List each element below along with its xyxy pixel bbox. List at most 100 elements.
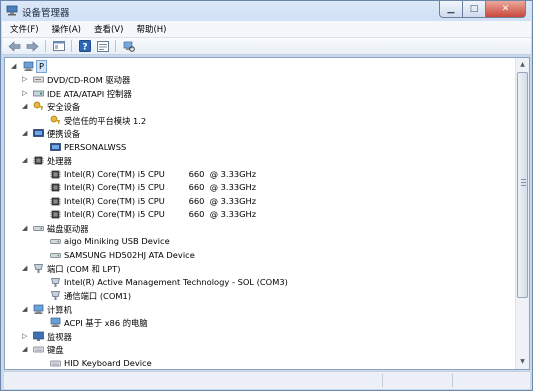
- menu-file[interactable]: 文件(F): [10, 23, 39, 35]
- tree-device[interactable]: Intel(R) Core(TM) i5 CPU 660 @ 3.33GHz: [5, 181, 505, 194]
- tree-node-label: 磁盘驱动器: [47, 223, 89, 234]
- menu-action[interactable]: 操作(A): [52, 23, 81, 35]
- collapse-expander-icon[interactable]: ◢: [22, 130, 29, 137]
- tree-category[interactable]: ◢ 端口 (COM 和 LPT): [5, 262, 505, 275]
- processor-icon: [50, 197, 61, 205]
- collapse-expander-icon[interactable]: ◢: [22, 224, 29, 232]
- scrollbar-thumb[interactable]: [517, 72, 528, 298]
- tree-category[interactable]: ▷ 监视器: [5, 330, 505, 343]
- back-icon[interactable]: [7, 40, 22, 53]
- tree-node-label: DVD/CD-ROM 驱动器: [47, 75, 131, 85]
- tree-device[interactable]: aigo Miniking USB Device: [5, 235, 505, 248]
- security-device-icon: [33, 101, 43, 110]
- menu-view[interactable]: 查看(V): [94, 23, 123, 35]
- collapse-expander-icon[interactable]: ◢: [22, 346, 29, 353]
- arrow-down-icon: ▼: [520, 358, 525, 365]
- tree-node-label: 键盘: [47, 345, 64, 355]
- forward-icon[interactable]: [25, 40, 40, 53]
- close-icon: ✕: [501, 4, 510, 14]
- disk-drive-icon: [50, 239, 61, 244]
- ide-controller-icon: [33, 90, 44, 96]
- tree-category[interactable]: ◢ 处理器: [5, 154, 505, 167]
- tree-node-label: Intel(R) Core(TM) i5 CPU 660 @ 3.33GHz: [64, 168, 257, 179]
- tree-device[interactable]: 通信端口 (COM1): [5, 289, 505, 302]
- status-cell: [452, 374, 528, 387]
- tree-node-label: 安全设备: [47, 102, 81, 112]
- tree-device[interactable]: Intel(R) Core(TM) i5 CPU 660 @ 3.33GHz: [5, 195, 505, 208]
- processor-icon: [50, 170, 61, 178]
- minimize-button[interactable]: ▁: [439, 1, 463, 18]
- tree-device[interactable]: PERSONALWSS: [5, 141, 505, 154]
- collapse-expander-icon[interactable]: ◢: [11, 63, 18, 70]
- tree-node-label: 便携设备: [47, 129, 81, 139]
- scroll-up-button[interactable]: ▲: [516, 58, 529, 71]
- status-cell: [382, 374, 452, 387]
- vertical-scrollbar[interactable]: ▲ ▼: [515, 58, 529, 369]
- tree-device[interactable]: Intel(R) Core(TM) i5 CPU 660 @ 3.33GHz: [5, 168, 505, 181]
- close-button[interactable]: ✕: [486, 1, 526, 18]
- menu-bar: 文件(F) 操作(A) 查看(V) 帮助(H): [2, 21, 531, 38]
- tree-category[interactable]: ◢ 磁盘驱动器: [5, 222, 505, 235]
- port-icon: [51, 277, 60, 287]
- toolbar: ?: [2, 38, 531, 55]
- device-tree: ◢ P ▷ DVD/CD-ROM 驱动器 ▷ IDE ATA/ATAPI 控制器 ◢ 安全…: [5, 58, 516, 369]
- status-bar: [4, 371, 530, 389]
- tree-category[interactable]: ◢ 键盘: [5, 343, 505, 356]
- expand-expander-icon[interactable]: ▷: [22, 89, 29, 97]
- arrow-up-icon: ▲: [520, 61, 525, 68]
- svg-text:?: ?: [82, 43, 87, 53]
- window-title: 设备管理器: [22, 8, 70, 19]
- tree-node-label: IDE ATA/ATAPI 控制器: [47, 88, 132, 99]
- maximize-button[interactable]: □: [463, 1, 486, 18]
- menu-help[interactable]: 帮助(H): [136, 23, 166, 35]
- tree-node-label: HID Keyboard Device: [64, 357, 152, 368]
- toolbar-separator: [71, 40, 72, 52]
- tree-device[interactable]: ACPI 基于 x86 的电脑: [5, 316, 505, 329]
- keyboard-icon: [50, 360, 61, 366]
- tpm-icon: [50, 115, 60, 124]
- tree-device[interactable]: 受信任的平台模块 1.2: [5, 114, 505, 127]
- keyboard-icon: [33, 346, 44, 353]
- collapse-expander-icon[interactable]: ◢: [22, 157, 29, 164]
- properties-icon[interactable]: [95, 40, 110, 53]
- tree-category[interactable]: ◢ 便携设备: [5, 127, 505, 140]
- tree-node-label: 通信端口 (COM1): [64, 291, 132, 301]
- portable-device-icon: [33, 129, 44, 137]
- scan-hardware-icon[interactable]: [121, 40, 136, 53]
- help-icon[interactable]: ?: [77, 40, 92, 53]
- tree-root[interactable]: ◢ P: [11, 60, 71, 73]
- collapse-expander-icon[interactable]: ◢: [22, 305, 29, 313]
- collapse-expander-icon[interactable]: ◢: [22, 265, 29, 272]
- tree-device[interactable]: HID Keyboard Device: [5, 357, 505, 370]
- tree-node-label: 受信任的平台模块 1.2: [64, 115, 147, 126]
- minimize-icon: ▁: [447, 4, 455, 14]
- grip-icon: [521, 179, 526, 186]
- scroll-down-button[interactable]: ▼: [516, 355, 529, 368]
- title-bar[interactable]: 设备管理器 ▁ □ ✕: [1, 1, 532, 21]
- tree-category[interactable]: ◢ 安全设备: [5, 100, 505, 113]
- tree-category[interactable]: ◢ 计算机: [5, 303, 505, 316]
- dvd-icon: [33, 76, 44, 83]
- computer-icon: [33, 304, 44, 314]
- collapse-expander-icon[interactable]: ◢: [22, 103, 29, 110]
- console-tree-icon[interactable]: [51, 40, 66, 53]
- expand-expander-icon[interactable]: ▷: [22, 76, 29, 83]
- tree-category[interactable]: ▷ IDE ATA/ATAPI 控制器: [5, 87, 505, 100]
- tree-category[interactable]: ▷ DVD/CD-ROM 驱动器: [5, 73, 505, 86]
- tree-node-label: PERSONALWSS: [64, 141, 127, 152]
- port-icon: [51, 291, 60, 300]
- tree-device[interactable]: SAMSUNG HD502HJ ATA Device: [5, 249, 505, 262]
- tree-root-label: P: [36, 60, 48, 73]
- expand-expander-icon[interactable]: ▷: [22, 332, 29, 340]
- tree-device[interactable]: Intel(R) Active Management Technology - …: [5, 276, 505, 289]
- device-tree-panel: ◢ P ▷ DVD/CD-ROM 驱动器 ▷ IDE ATA/ATAPI 控制器 ◢ 安全…: [4, 57, 530, 370]
- tree-node-label: 端口 (COM 和 LPT): [47, 264, 121, 274]
- tree-device[interactable]: Intel(R) Core(TM) i5 CPU 660 @ 3.33GHz: [5, 208, 505, 221]
- tree-node-label: 监视器: [47, 331, 72, 342]
- portable-device-icon: [50, 142, 61, 151]
- tree-node-label: Intel(R) Core(TM) i5 CPU 660 @ 3.33GHz: [64, 182, 257, 192]
- tree-node-label: aigo Miniking USB Device: [64, 236, 170, 246]
- disk-drive-icon: [50, 252, 61, 258]
- tree-node-label: SAMSUNG HD502HJ ATA Device: [64, 249, 195, 260]
- disk-drive-icon: [33, 225, 44, 231]
